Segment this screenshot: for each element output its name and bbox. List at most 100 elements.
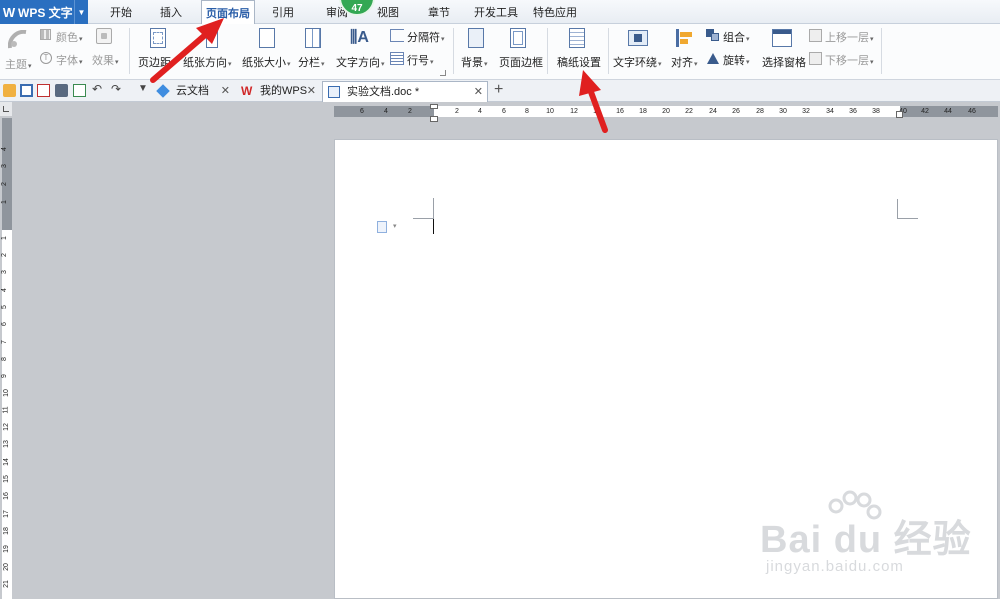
print-preview-icon[interactable] (73, 84, 86, 97)
redo-icon[interactable]: ↷ (111, 82, 124, 96)
app-menu-button[interactable]: W WPS 文字 ▼ (0, 0, 88, 24)
background-button[interactable]: 背景▾ (461, 54, 488, 70)
theme-button[interactable]: 主题▾ (5, 56, 32, 72)
ruler-tick-label: 15 (2, 475, 10, 483)
watermark-sub-text: jingyan.baidu.com (766, 558, 904, 575)
tab-view[interactable]: 视图 (373, 0, 403, 24)
crop-mark (433, 198, 434, 218)
doc-tab-mywps[interactable]: W 我的WPS ✕ (236, 81, 320, 102)
page-border-button[interactable]: 页面边框 (499, 54, 543, 70)
ruler-tick-label: 19 (2, 545, 10, 553)
paper-size-button[interactable]: 纸张大小▾ (242, 54, 291, 70)
ruler-tick-label: 13 (2, 440, 10, 448)
rotate-icon (706, 52, 720, 65)
print-icon[interactable] (55, 84, 68, 97)
group-label: 组合 (723, 32, 745, 44)
break-button[interactable]: 分隔符▾ (407, 29, 445, 45)
ruler-tick-label: 12 (570, 108, 578, 115)
ruler-tick-label: 2 (408, 108, 412, 115)
ruler-tick-label: 26 (732, 108, 740, 115)
tab-bar: ↶ ↷ ▼ 云文档 ✕ W 我的WPS ✕ 实验文档.doc * ✕ + (0, 80, 1000, 102)
ruler-tick-label: 6 (502, 108, 506, 115)
orientation-button[interactable]: 纸张方向▾ (183, 54, 232, 70)
open-icon[interactable] (3, 84, 16, 97)
text-direction-button[interactable]: 文字方向▾ (336, 54, 385, 70)
paper-size-label: 纸张大小 (242, 57, 286, 69)
orientation-icon (206, 28, 218, 48)
columns-button[interactable]: 分栏▾ (298, 54, 325, 70)
ruler-corner[interactable] (0, 102, 12, 116)
grid-paper-button[interactable]: 稿纸设置 (557, 54, 601, 70)
selection-pane-button[interactable]: 选择窗格 (762, 54, 806, 70)
tab-special[interactable]: 特色应用 (529, 0, 581, 24)
left-indent-marker[interactable] (430, 116, 438, 122)
send-backward-button[interactable]: 下移一层▾ (825, 52, 874, 68)
columns-label: 分栏 (298, 57, 320, 69)
first-line-indent-marker[interactable] (430, 104, 438, 109)
ruler-tick-label: 11 (2, 406, 10, 414)
crop-mark (897, 199, 898, 219)
right-indent-marker[interactable] (896, 111, 903, 118)
background-label: 背景 (461, 57, 483, 69)
save-icon[interactable] (20, 84, 33, 97)
group-button[interactable]: 组合▾ (723, 29, 750, 45)
vertical-ruler-text-area (2, 230, 12, 599)
ruler-tick-label: 3 (0, 270, 8, 274)
tab-page-layout[interactable]: 页面布局 (201, 0, 255, 25)
undo-icon[interactable]: ↶ (92, 82, 105, 96)
close-icon[interactable]: ✕ (474, 82, 483, 102)
cloud-doc-icon (156, 84, 170, 98)
doc-tab-active[interactable]: 实验文档.doc * ✕ (322, 81, 488, 102)
ruler-tick-label: 4 (384, 108, 388, 115)
doc-tab-cloud[interactable]: 云文档 ✕ (152, 81, 234, 102)
ruler-tick-label: 2 (0, 253, 8, 257)
align-icon (676, 29, 694, 47)
ruler-tick-label: 18 (2, 527, 10, 535)
rotate-button[interactable]: 旋转▾ (723, 52, 750, 68)
ruler-tick-label: 30 (779, 108, 787, 115)
color-button[interactable]: 颜色▾ (56, 29, 83, 45)
doc-tab-label: 云文档 (176, 85, 209, 97)
paste-options-icon[interactable] (377, 221, 387, 233)
tab-chapter[interactable]: 章节 (424, 0, 454, 24)
tab-insert[interactable]: 插入 (156, 0, 186, 24)
text-direction-icon: ⫼A (350, 29, 369, 46)
effect-button[interactable]: 效果▾ (92, 52, 119, 68)
align-button[interactable]: 对齐▾ (671, 54, 698, 70)
margin-button[interactable]: 页边距▾ (138, 54, 176, 70)
watermark-main-text: Bai du 经验 (760, 519, 972, 561)
tab-home[interactable]: 开始 (106, 0, 136, 24)
font-icon: T (40, 52, 52, 64)
line-numbers-label: 行号 (407, 55, 429, 67)
tab-list-dropdown-icon[interactable]: ▼ (138, 83, 151, 96)
text-wrap-label: 文字环绕 (613, 57, 657, 69)
tab-developer[interactable]: 开发工具 (470, 0, 522, 24)
chevron-down-icon[interactable]: ▼ (74, 0, 88, 24)
ruler-tick-label: 38 (872, 108, 880, 115)
close-icon[interactable]: ✕ (221, 81, 230, 101)
text-wrap-button[interactable]: 文字环绕▾ (613, 54, 662, 70)
ruler-tick-label: 7 (0, 340, 8, 344)
wps-logo-icon: W (2, 4, 16, 20)
ruler-tick-label: 8 (0, 357, 8, 361)
ruler-tick-label: 5 (0, 305, 8, 309)
ruler-tick-label: 8 (525, 108, 529, 115)
crop-mark (413, 218, 434, 219)
new-tab-icon[interactable]: + (494, 81, 507, 98)
chevron-down-icon[interactable]: ▾ (393, 222, 397, 230)
columns-icon (305, 28, 321, 48)
ruler-tick-label: 21 (2, 580, 10, 588)
bring-forward-button[interactable]: 上移一层▾ (825, 29, 874, 45)
ruler-tick-label: 3 (0, 164, 8, 168)
line-numbers-button[interactable]: 行号▾ (407, 52, 434, 68)
close-icon[interactable]: ✕ (307, 81, 316, 101)
color-label: 颜色 (56, 32, 78, 44)
tab-references[interactable]: 引用 (268, 0, 298, 24)
ruler-tick-label: 34 (826, 108, 834, 115)
export-pdf-icon[interactable] (37, 84, 50, 97)
page-setup-launcher-icon[interactable] (440, 70, 446, 76)
font-button[interactable]: 字体▾ (56, 52, 83, 68)
align-label: 对齐 (671, 57, 693, 69)
font-label: 字体 (56, 55, 78, 67)
effect-icon (96, 28, 112, 44)
